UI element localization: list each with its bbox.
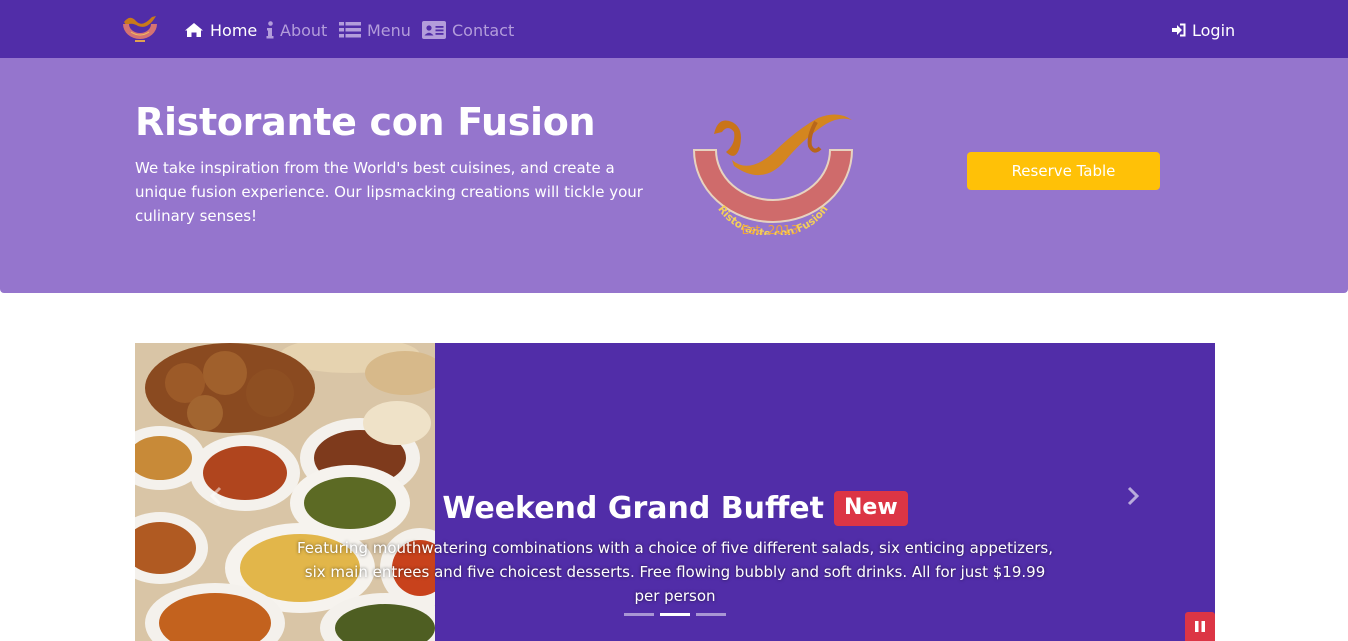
page-title: Ristorante con Fusion bbox=[135, 100, 596, 144]
nav-item-home[interactable]: Home bbox=[184, 18, 257, 42]
nav-item-menu[interactable]: Menu bbox=[339, 18, 411, 42]
info-icon bbox=[266, 21, 274, 39]
home-icon bbox=[185, 23, 203, 37]
nav-item-about[interactable]: About bbox=[266, 18, 327, 42]
login-link[interactable]: Login bbox=[1172, 18, 1235, 42]
carousel-indicator-2[interactable] bbox=[660, 613, 690, 616]
nav-item-label: Contact bbox=[452, 20, 515, 40]
sign-in-icon bbox=[1172, 23, 1186, 37]
nav-item-contact[interactable]: Contact bbox=[422, 18, 514, 42]
brand-logo-icon[interactable] bbox=[118, 12, 162, 46]
slide-title: Weekend Grand Buffet bbox=[442, 491, 824, 526]
carousel: Weekend Grand Buffet New Featuring mouth… bbox=[135, 343, 1215, 641]
nav-item-label: Menu bbox=[367, 20, 411, 40]
carousel-indicators bbox=[624, 613, 726, 616]
carousel-next-button[interactable] bbox=[1118, 481, 1148, 511]
logo-est-text: Est. 2013 bbox=[742, 223, 799, 235]
reserve-table-button[interactable]: Reserve Table bbox=[967, 152, 1160, 190]
slide-description: Featuring mouthwatering combinations wit… bbox=[296, 539, 1053, 605]
login-label: Login bbox=[1192, 20, 1236, 40]
navbar: Home About Menu Contact Login bbox=[0, 0, 1348, 58]
chevron-left-icon bbox=[209, 486, 222, 506]
address-card-icon bbox=[422, 21, 446, 39]
carousel-indicator-1[interactable] bbox=[624, 613, 654, 616]
carousel-pause-button[interactable] bbox=[1185, 612, 1215, 641]
chevron-right-icon bbox=[1127, 486, 1140, 506]
slide-caption: Weekend Grand Buffet New Featuring mouth… bbox=[295, 491, 1055, 608]
list-icon bbox=[339, 22, 361, 38]
carousel-indicator-3[interactable] bbox=[696, 613, 726, 616]
nav-item-label: About bbox=[280, 20, 328, 40]
restaurant-logo-icon: Ristorante con Fusion Est. 2013 bbox=[688, 110, 858, 240]
jumbotron-description: We take inspiration from the World's bes… bbox=[135, 159, 643, 225]
carousel-prev-button[interactable] bbox=[201, 481, 231, 511]
pause-icon bbox=[1195, 621, 1205, 632]
jumbotron: Ristorante con Fusion We take inspiratio… bbox=[0, 58, 1348, 293]
nav-item-label: Home bbox=[210, 20, 258, 40]
new-badge: New bbox=[833, 491, 908, 526]
